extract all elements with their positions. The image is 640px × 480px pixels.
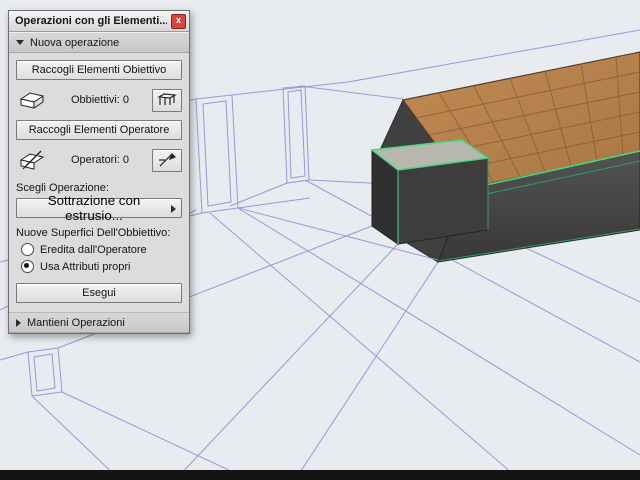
pick-operators-icon <box>159 152 177 167</box>
palette-body: Raccogli Elementi Obiettivo Obbiettivi: … <box>9 53 189 312</box>
collect-operators-button[interactable]: Raccogli Elementi Operatore <box>16 120 182 140</box>
section-new-operation[interactable]: Nuova operazione <box>9 32 189 53</box>
section-keep-operations[interactable]: Mantieni Operazioni <box>9 312 189 333</box>
targets-counter: Obbiettivi: 0 <box>48 94 152 106</box>
target-elements-icon <box>16 90 48 110</box>
palette-titlebar[interactable]: Operazioni con gli Elementi... x <box>9 11 189 32</box>
radio-inherit-label: Eredita dall'Operatore <box>40 243 147 256</box>
bottom-bar <box>0 470 640 480</box>
operators-label: Operatori: <box>70 154 120 166</box>
operation-selected-value: Sottrazione con estrusio... <box>47 193 141 223</box>
targets-label: Obbiettivi: <box>70 94 120 106</box>
operators-row: Operatori: 0 <box>16 147 182 173</box>
targets-count: 0 <box>122 94 130 106</box>
close-button[interactable]: x <box>171 13 186 29</box>
pick-operators-button[interactable] <box>152 148 182 172</box>
solid-operations-palette: Operazioni con gli Elementi... x Nuova o… <box>8 10 190 334</box>
radio-own-attributes-label: Usa Attributi propri <box>40 260 131 273</box>
new-surfaces-label: Nuove Superfici Dell'Obbiettivo: <box>16 227 171 239</box>
radio-inherit-icon[interactable] <box>21 243 34 256</box>
operation-dropdown[interactable]: Sottrazione con estrusio... <box>16 193 182 223</box>
collect-targets-button[interactable]: Raccogli Elementi Obiettivo <box>16 60 182 80</box>
radio-option-own-attributes[interactable]: Usa Attributi propri <box>21 260 182 273</box>
solid-step[interactable] <box>370 139 490 245</box>
radio-own-attributes-icon[interactable] <box>21 260 34 273</box>
flyout-arrow-icon <box>171 205 176 213</box>
operators-count: 0 <box>122 154 130 166</box>
operators-counter: Operatori: 0 <box>48 154 152 166</box>
palette-title: Operazioni con gli Elementi... <box>15 15 167 27</box>
expand-arrow-icon <box>16 318 21 327</box>
pick-targets-button[interactable] <box>152 88 182 112</box>
collapse-arrow-icon <box>16 40 24 45</box>
targets-row: Obbiettivi: 0 <box>16 87 182 113</box>
execute-button[interactable]: Esegui <box>16 283 182 303</box>
section-new-operation-label: Nuova operazione <box>30 36 120 49</box>
radio-option-inherit[interactable]: Eredita dall'Operatore <box>21 243 182 256</box>
operator-elements-icon <box>16 150 48 170</box>
pick-targets-icon <box>157 93 177 105</box>
section-keep-operations-label: Mantieni Operazioni <box>27 316 125 329</box>
